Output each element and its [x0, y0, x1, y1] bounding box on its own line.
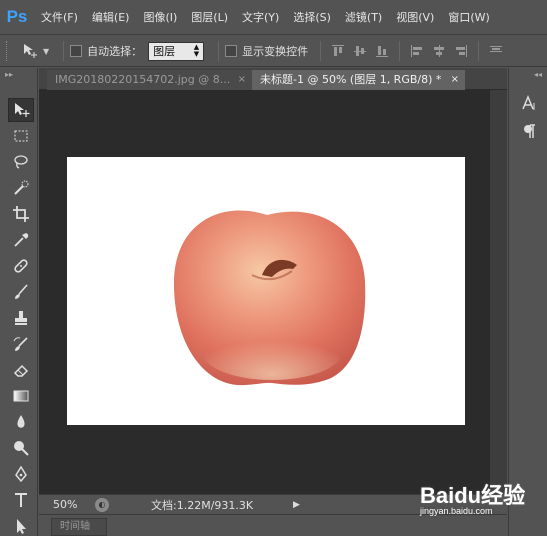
menu-type[interactable]: 文字(Y) — [235, 0, 286, 35]
tab-label: IMG20180220154702.jpg @ 8... — [55, 73, 231, 86]
menu-layer[interactable]: 图层(L) — [184, 0, 235, 35]
path-selection-tool-icon[interactable] — [8, 514, 34, 536]
chevron-down-icon[interactable]: ▼ — [43, 47, 49, 56]
collapse-icon[interactable]: ◂◂ — [509, 68, 547, 82]
menu-select[interactable]: 选择(S) — [286, 0, 338, 35]
character-panel-icon[interactable] — [518, 92, 540, 114]
type-tool-icon[interactable] — [8, 488, 34, 512]
document-canvas[interactable] — [67, 157, 465, 425]
align-hcenter-icon[interactable] — [428, 40, 450, 62]
tools-panel: ▸▸ — [0, 68, 38, 536]
baidu-jingyan-watermark: Baidu经验 jingyan.baidu.com — [420, 478, 540, 528]
marquee-tool-icon[interactable] — [8, 124, 34, 148]
document-tabs: IMG20180220154702.jpg @ 8... × 未标题-1 @ 5… — [39, 68, 507, 90]
quick-selection-tool-icon[interactable] — [8, 176, 34, 200]
auto-select-label: 自动选择： — [87, 45, 143, 58]
menu-bar: Ps 文件(F) 编辑(E) 图像(I) 图层(L) 文字(Y) 选择(S) 滤… — [0, 0, 547, 35]
show-transform-checkbox[interactable] — [225, 45, 238, 57]
distribute-top-icon[interactable] — [485, 40, 507, 62]
apple-image — [173, 210, 366, 386]
right-panel-dock: ◂◂ — [508, 68, 547, 536]
menu-filter[interactable]: 滤镜(T) — [338, 0, 389, 35]
zoom-level[interactable]: 50% — [39, 498, 89, 511]
photoshop-logo: Ps — [6, 7, 28, 26]
tab-untitled-1[interactable]: 未标题-1 @ 50% (图层 1, RGB/8) * × — [252, 70, 465, 90]
crop-tool-icon[interactable] — [8, 202, 34, 226]
gradient-tool-icon[interactable] — [8, 384, 34, 408]
options-bar: ▼ 自动选择： 图层 ▲ ▼ 显示变换控件 — [0, 36, 547, 67]
show-transform-label: 显示变换控件 — [242, 45, 309, 58]
align-right-icon[interactable] — [450, 40, 472, 62]
divider — [399, 41, 401, 61]
pen-tool-icon[interactable] — [8, 462, 34, 486]
menu-file[interactable]: 文件(F) — [34, 0, 85, 35]
tab-label: 未标题-1 @ 50% (图层 1, RGB/8) * — [260, 73, 442, 86]
tab-timeline[interactable]: 时间轴 — [51, 518, 107, 536]
auto-select-checkbox[interactable] — [70, 45, 83, 57]
document-workspace[interactable] — [39, 90, 490, 494]
align-top-icon[interactable] — [327, 40, 349, 62]
divider — [218, 41, 220, 61]
divider — [63, 41, 65, 61]
close-icon[interactable]: × — [238, 70, 246, 90]
close-icon[interactable]: × — [451, 70, 459, 90]
vertical-scrollbar[interactable] — [490, 90, 507, 494]
menu-view[interactable]: 视图(V) — [389, 0, 441, 35]
collapse-icon[interactable]: ▸▸ — [0, 68, 37, 82]
menu-window[interactable]: 窗口(W) — [441, 0, 496, 35]
move-tool-icon[interactable] — [8, 98, 34, 122]
watermark-url: jingyan.baidu.com — [420, 506, 493, 516]
eraser-tool-icon[interactable] — [8, 358, 34, 382]
dropdown-arrows-icon: ▲ ▼ — [193, 43, 200, 58]
align-vcenter-icon[interactable] — [349, 40, 371, 62]
dodge-tool-icon[interactable] — [8, 436, 34, 460]
auto-select-dropdown[interactable]: 图层 ▲ ▼ — [148, 41, 205, 61]
brush-tool-icon[interactable] — [8, 280, 34, 304]
history-brush-tool-icon[interactable] — [8, 332, 34, 356]
blur-tool-icon[interactable] — [8, 410, 34, 434]
paragraph-panel-icon[interactable] — [518, 120, 540, 142]
lasso-tool-icon[interactable] — [8, 150, 34, 174]
healing-brush-tool-icon[interactable] — [8, 254, 34, 278]
move-tool-preset-icon[interactable] — [17, 40, 43, 62]
status-menu-arrow-icon[interactable]: ▶ — [293, 500, 300, 510]
eyedropper-tool-icon[interactable] — [8, 228, 34, 252]
status-indicator-icon[interactable]: ◐ — [95, 497, 109, 512]
divider — [320, 41, 322, 61]
divider — [478, 41, 480, 61]
menu-edit[interactable]: 编辑(E) — [85, 0, 137, 35]
auto-select-value: 图层 — [153, 45, 176, 58]
document-size-info: 文档:1.22M/931.3K — [151, 498, 254, 512]
align-bottom-icon[interactable] — [371, 40, 393, 62]
tab-img-jpg[interactable]: IMG20180220154702.jpg @ 8... × — [47, 70, 252, 90]
menu-image[interactable]: 图像(I) — [136, 0, 184, 35]
clone-stamp-tool-icon[interactable] — [8, 306, 34, 330]
align-left-icon[interactable] — [406, 40, 428, 62]
options-grip[interactable] — [6, 41, 9, 61]
